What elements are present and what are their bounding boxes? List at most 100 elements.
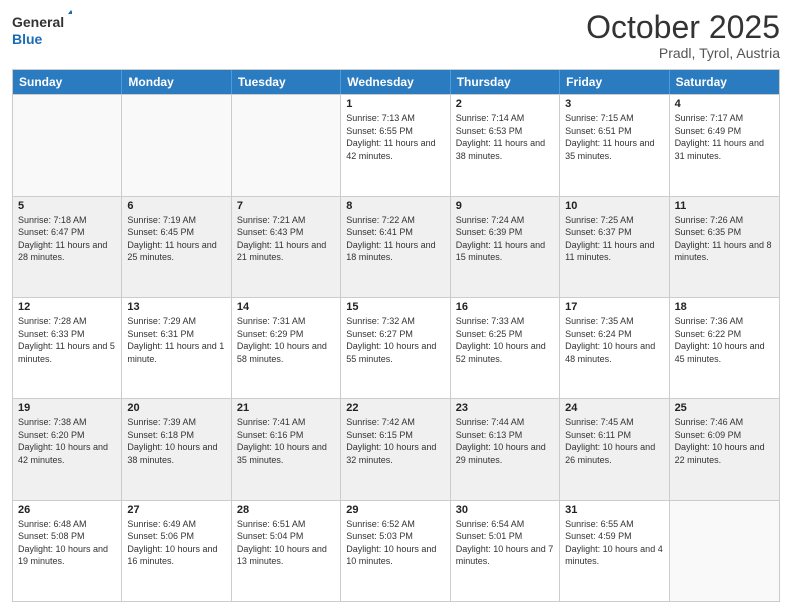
calendar-row: 19 Sunrise: 7:38 AM Sunset: 6:20 PM Dayli… [13,398,779,499]
day-info: Sunrise: 7:45 AM Sunset: 6:11 PM Dayligh… [565,416,663,466]
calendar-cell: 3Sunrise: 7:15 AM Sunset: 6:51 PM Daylig… [560,95,669,195]
svg-text:General: General [12,14,64,30]
calendar-cell: 15 Sunrise: 7:32 AM Sunset: 6:27 PM Dayli… [341,298,450,398]
day-number: 10 [565,200,663,212]
day-number: 7 [237,200,335,212]
calendar-cell: 12 Sunrise: 7:28 AM Sunset: 6:33 PM Dayli… [13,298,122,398]
day-info: Sunrise: 7:24 AM Sunset: 6:39 PM Dayligh… [456,214,554,264]
calendar-cell: 24 Sunrise: 7:45 AM Sunset: 6:11 PM Dayli… [560,399,669,499]
calendar-cell [122,95,231,195]
calendar: SundayMondayTuesdayWednesdayThursdayFrid… [12,69,780,602]
calendar-cell: 2Sunrise: 7:14 AM Sunset: 6:53 PM Daylig… [451,95,560,195]
svg-text:Blue: Blue [12,31,43,47]
calendar-body: 1Sunrise: 7:13 AM Sunset: 6:55 PM Daylig… [13,94,779,601]
calendar-cell: 22 Sunrise: 7:42 AM Sunset: 6:15 PM Dayli… [341,399,450,499]
day-number: 22 [346,402,444,414]
day-number: 18 [675,301,774,313]
day-number: 19 [18,402,116,414]
calendar-cell: 18 Sunrise: 7:36 AM Sunset: 6:22 PM Dayli… [670,298,779,398]
logo: General Blue [12,10,72,52]
day-info: Sunrise: 7:32 AM Sunset: 6:27 PM Dayligh… [346,315,444,365]
page: General Blue October 2025 Pradl, Tyrol, … [0,0,792,612]
day-number: 29 [346,504,444,516]
day-number: 30 [456,504,554,516]
day-number: 9 [456,200,554,212]
calendar-cell: 10 Sunrise: 7:25 AM Sunset: 6:37 PM Dayli… [560,197,669,297]
day-info: Sunrise: 7:25 AM Sunset: 6:37 PM Dayligh… [565,214,663,264]
calendar-cell: 17Sunrise: 7:35 AM Sunset: 6:24 PM Dayli… [560,298,669,398]
calendar-row: 26 Sunrise: 6:48 AM Sunset: 5:08 PM Dayli… [13,500,779,601]
calendar-cell: 30Sunrise: 6:54 AM Sunset: 5:01 PM Dayli… [451,501,560,601]
day-number: 15 [346,301,444,313]
day-info: Sunrise: 7:28 AM Sunset: 6:33 PM Dayligh… [18,315,116,365]
calendar-cell: 19 Sunrise: 7:38 AM Sunset: 6:20 PM Dayli… [13,399,122,499]
day-number: 12 [18,301,116,313]
day-info: Sunrise: 7:41 AM Sunset: 6:16 PM Dayligh… [237,416,335,466]
day-info: Sunrise: 7:22 AM Sunset: 6:41 PM Dayligh… [346,214,444,264]
day-info: Sunrise: 7:39 AM Sunset: 6:18 PM Dayligh… [127,416,225,466]
day-number: 4 [675,98,774,110]
day-number: 5 [18,200,116,212]
day-info: Sunrise: 7:36 AM Sunset: 6:22 PM Dayligh… [675,315,774,365]
calendar-cell: 1Sunrise: 7:13 AM Sunset: 6:55 PM Daylig… [341,95,450,195]
calendar-cell: 6 Sunrise: 7:19 AM Sunset: 6:45 PM Daylig… [122,197,231,297]
day-info: Sunrise: 6:52 AM Sunset: 5:03 PM Dayligh… [346,518,444,568]
day-info: Sunrise: 7:46 AM Sunset: 6:09 PM Dayligh… [675,416,774,466]
day-info: Sunrise: 6:49 AM Sunset: 5:06 PM Dayligh… [127,518,225,568]
day-info: Sunrise: 7:33 AM Sunset: 6:25 PM Dayligh… [456,315,554,365]
day-number: 13 [127,301,225,313]
calendar-cell: 8 Sunrise: 7:22 AM Sunset: 6:41 PM Daylig… [341,197,450,297]
day-info: Sunrise: 7:15 AM Sunset: 6:51 PM Dayligh… [565,112,663,162]
calendar-cell: 13 Sunrise: 7:29 AM Sunset: 6:31 PM Dayli… [122,298,231,398]
calendar-cell: 23 Sunrise: 7:44 AM Sunset: 6:13 PM Dayli… [451,399,560,499]
day-number: 2 [456,98,554,110]
day-number: 8 [346,200,444,212]
day-info: Sunrise: 7:19 AM Sunset: 6:45 PM Dayligh… [127,214,225,264]
calendar-row: 5 Sunrise: 7:18 AM Sunset: 6:47 PM Daylig… [13,196,779,297]
calendar-cell: 16 Sunrise: 7:33 AM Sunset: 6:25 PM Dayli… [451,298,560,398]
calendar-cell: 5 Sunrise: 7:18 AM Sunset: 6:47 PM Daylig… [13,197,122,297]
calendar-cell: 4 Sunrise: 7:17 AM Sunset: 6:49 PM Daylig… [670,95,779,195]
calendar-cell: 20Sunrise: 7:39 AM Sunset: 6:18 PM Dayli… [122,399,231,499]
day-info: Sunrise: 7:44 AM Sunset: 6:13 PM Dayligh… [456,416,554,466]
day-number: 23 [456,402,554,414]
day-number: 6 [127,200,225,212]
day-info: Sunrise: 7:38 AM Sunset: 6:20 PM Dayligh… [18,416,116,466]
calendar-row: 12 Sunrise: 7:28 AM Sunset: 6:33 PM Dayli… [13,297,779,398]
day-number: 26 [18,504,116,516]
weekday-header: Tuesday [232,70,341,94]
day-info: Sunrise: 7:17 AM Sunset: 6:49 PM Dayligh… [675,112,774,162]
day-info: Sunrise: 7:31 AM Sunset: 6:29 PM Dayligh… [237,315,335,365]
day-number: 16 [456,301,554,313]
month-title: October 2025 [586,10,780,45]
calendar-cell: 29 Sunrise: 6:52 AM Sunset: 5:03 PM Dayli… [341,501,450,601]
day-info: Sunrise: 6:51 AM Sunset: 5:04 PM Dayligh… [237,518,335,568]
calendar-cell: 9 Sunrise: 7:24 AM Sunset: 6:39 PM Daylig… [451,197,560,297]
day-info: Sunrise: 7:18 AM Sunset: 6:47 PM Dayligh… [18,214,116,264]
location: Pradl, Tyrol, Austria [586,45,780,61]
calendar-row: 1Sunrise: 7:13 AM Sunset: 6:55 PM Daylig… [13,94,779,195]
weekday-header: Friday [560,70,669,94]
day-info: Sunrise: 7:35 AM Sunset: 6:24 PM Dayligh… [565,315,663,365]
day-info: Sunrise: 7:29 AM Sunset: 6:31 PM Dayligh… [127,315,225,365]
weekday-header: Wednesday [341,70,450,94]
day-number: 31 [565,504,663,516]
calendar-cell: 21Sunrise: 7:41 AM Sunset: 6:16 PM Dayli… [232,399,341,499]
weekday-header: Saturday [670,70,779,94]
weekday-header: Thursday [451,70,560,94]
day-info: Sunrise: 7:13 AM Sunset: 6:55 PM Dayligh… [346,112,444,162]
day-number: 24 [565,402,663,414]
day-info: Sunrise: 6:48 AM Sunset: 5:08 PM Dayligh… [18,518,116,568]
calendar-cell [13,95,122,195]
calendar-cell: 25Sunrise: 7:46 AM Sunset: 6:09 PM Dayli… [670,399,779,499]
header: General Blue October 2025 Pradl, Tyrol, … [12,10,780,61]
calendar-cell: 31Sunrise: 6:55 AM Sunset: 4:59 PM Dayli… [560,501,669,601]
weekday-header: Monday [122,70,231,94]
calendar-cell: 27Sunrise: 6:49 AM Sunset: 5:06 PM Dayli… [122,501,231,601]
day-info: Sunrise: 7:26 AM Sunset: 6:35 PM Dayligh… [675,214,774,264]
day-info: Sunrise: 7:42 AM Sunset: 6:15 PM Dayligh… [346,416,444,466]
calendar-cell: 28 Sunrise: 6:51 AM Sunset: 5:04 PM Dayli… [232,501,341,601]
calendar-cell [232,95,341,195]
calendar-cell: 11Sunrise: 7:26 AM Sunset: 6:35 PM Dayli… [670,197,779,297]
day-number: 28 [237,504,335,516]
